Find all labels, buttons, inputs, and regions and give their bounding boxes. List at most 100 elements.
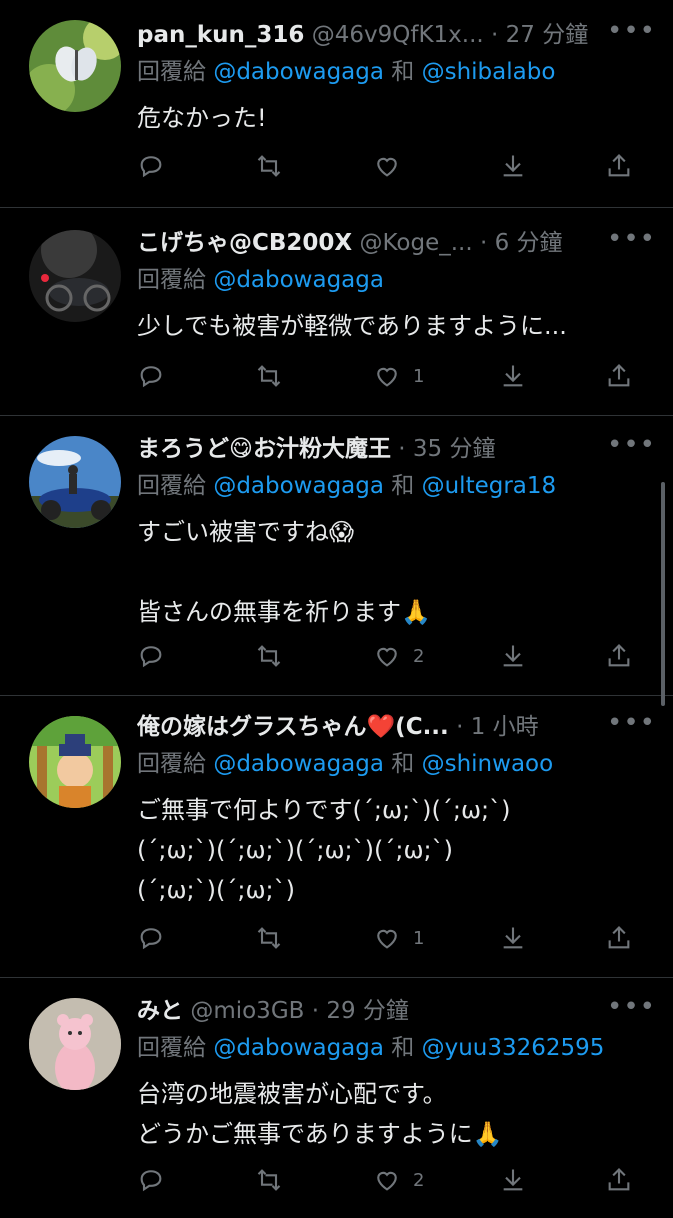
reply-button[interactable]	[137, 1162, 165, 1198]
retweet-button[interactable]	[255, 638, 283, 674]
more-options-icon[interactable]: •••	[607, 432, 655, 466]
retweet-button[interactable]	[255, 920, 283, 956]
download-button[interactable]	[499, 1162, 527, 1198]
heart-icon	[377, 929, 397, 949]
reply-button[interactable]	[137, 638, 165, 674]
share-button[interactable]	[605, 1162, 633, 1198]
timestamp[interactable]: 27 分鐘	[506, 22, 589, 48]
tweet-line: どうかご無事でありますように🙏	[137, 1120, 503, 1148]
download-arrow-icon	[503, 927, 523, 949]
user-handle[interactable]: @mio3GB	[190, 998, 304, 1024]
tweet-header: pan_kun_316 @46v9QfK1x... · 27 分鐘	[137, 22, 589, 48]
tweet-text: 台湾の地震被害が心配です。 どうかご無事でありますように🙏	[137, 1074, 633, 1154]
display-name[interactable]: pan_kun_316	[137, 22, 304, 48]
reply-button[interactable]	[137, 148, 165, 184]
tweet-text: ご無事で何よりです(´;ω;`)(´;ω;`) (´;ω;`)(´;ω;`)(´;…	[137, 790, 633, 910]
tweet-line: すごい被害ですね😱	[137, 518, 355, 546]
mention-link[interactable]: @yuu33262595	[422, 1035, 605, 1061]
avatar[interactable]	[29, 998, 121, 1090]
user-handle[interactable]: @46v9QfK1x...	[312, 22, 484, 48]
display-name[interactable]: みと	[137, 998, 183, 1024]
reply-button[interactable]	[137, 358, 165, 394]
heart-icon	[377, 157, 397, 177]
mention-link[interactable]: @dabowagaga	[213, 59, 384, 85]
tweet-text: 危なかった!	[137, 98, 633, 138]
more-options-icon[interactable]: •••	[607, 710, 655, 744]
share-button[interactable]	[605, 358, 633, 394]
mention-link[interactable]: @dabowagaga	[213, 473, 384, 499]
reply-context: 回覆給 @dabowagaga	[137, 260, 633, 300]
tweet[interactable]: 俺の嫁はグラスちゃん❤️(C... · 1 小時 ••• 回覆給 @dabowa…	[0, 696, 673, 978]
download-button[interactable]	[499, 920, 527, 956]
retweet-icon	[257, 1169, 281, 1191]
share-upload-icon	[608, 926, 630, 949]
reply-button[interactable]	[137, 920, 165, 956]
more-options-icon[interactable]: •••	[607, 18, 655, 52]
display-name[interactable]: こげちゃ@CB200X	[137, 230, 352, 256]
timestamp[interactable]: 29 分鐘	[326, 998, 409, 1024]
like-button[interactable]: 1	[373, 920, 424, 956]
share-button[interactable]	[605, 148, 633, 184]
share-button[interactable]	[605, 920, 633, 956]
share-upload-icon	[608, 644, 630, 667]
mention-link[interactable]: @dabowagaga	[213, 267, 384, 293]
heart-icon	[377, 367, 397, 387]
display-name[interactable]: 俺の嫁はグラスちゃん❤️(C...	[137, 714, 449, 740]
tweet-actions	[137, 148, 633, 184]
reply-bubble-icon	[140, 366, 162, 388]
scrollbar[interactable]	[661, 482, 665, 706]
reply-context: 回覆給 @dabowagaga 和 @yuu33262595	[137, 1028, 633, 1068]
more-options-icon[interactable]: •••	[607, 226, 655, 260]
reply-prefix: 回覆給	[137, 473, 206, 499]
avatar[interactable]	[29, 436, 121, 528]
display-name[interactable]: まろうど😋お汁粉大魔王	[137, 436, 391, 462]
avatar[interactable]	[29, 716, 121, 808]
tweet[interactable]: こげちゃ@CB200X @Koge_... · 6 分鐘 ••• 回覆給 @da…	[0, 208, 673, 416]
avatar[interactable]	[29, 20, 121, 112]
heart-icon	[377, 647, 397, 667]
tweet-line	[137, 552, 633, 592]
like-button[interactable]: 2	[373, 1162, 424, 1198]
reply-prefix: 回覆給	[137, 751, 206, 777]
like-count: 2	[413, 645, 425, 667]
avatar[interactable]	[29, 230, 121, 322]
timestamp[interactable]: 35 分鐘	[413, 436, 496, 462]
more-options-icon[interactable]: •••	[607, 994, 655, 1028]
tweet[interactable]: pan_kun_316 @46v9QfK1x... · 27 分鐘 ••• 回覆…	[0, 0, 673, 208]
tweet[interactable]: まろうど😋お汁粉大魔王 · 35 分鐘 ••• 回覆給 @dabowagaga …	[0, 416, 673, 696]
share-upload-icon	[608, 364, 630, 387]
mention-link[interactable]: @dabowagaga	[213, 1035, 384, 1061]
download-arrow-icon	[503, 155, 523, 177]
user-handle[interactable]: @Koge_...	[359, 230, 472, 256]
tweet-header: みと @mio3GB · 29 分鐘	[137, 998, 409, 1024]
download-arrow-icon	[503, 645, 523, 667]
reply-bubble-icon	[140, 646, 162, 668]
timestamp[interactable]: 6 分鐘	[495, 230, 563, 256]
mention-link[interactable]: @dabowagaga	[213, 751, 384, 777]
retweet-button[interactable]	[255, 1162, 283, 1198]
like-button[interactable]: 2	[373, 638, 424, 674]
tweet-text: 少しでも被害が軽微でありますように...	[137, 306, 633, 346]
reply-bubble-icon	[140, 1170, 162, 1192]
timestamp[interactable]: 1 小時	[471, 714, 539, 740]
tweet-text: すごい被害ですね😱 皆さんの無事を祈ります🙏	[137, 512, 633, 632]
tweet[interactable]: みと @mio3GB · 29 分鐘 ••• 回覆給 @dabowagaga 和…	[0, 978, 673, 1218]
tweet-line: 皆さんの無事を祈ります🙏	[137, 598, 431, 626]
retweet-icon	[257, 365, 281, 387]
download-button[interactable]	[499, 148, 527, 184]
mention-link[interactable]: @shinwaoo	[422, 751, 554, 777]
reply-conjunction: 和	[391, 1035, 415, 1061]
like-count: 2	[413, 1169, 425, 1191]
like-button[interactable]: 1	[373, 358, 424, 394]
retweet-button[interactable]	[255, 148, 283, 184]
mention-link[interactable]: @ultegra18	[422, 473, 557, 499]
tweet-line: 危なかった!	[137, 104, 267, 132]
share-upload-icon	[608, 154, 630, 177]
share-button[interactable]	[605, 638, 633, 674]
like-button[interactable]	[373, 148, 413, 184]
retweet-button[interactable]	[255, 358, 283, 394]
download-button[interactable]	[499, 638, 527, 674]
reply-context: 回覆給 @dabowagaga 和 @ultegra18	[137, 466, 633, 506]
download-button[interactable]	[499, 358, 527, 394]
mention-link[interactable]: @shibalabo	[422, 59, 556, 85]
